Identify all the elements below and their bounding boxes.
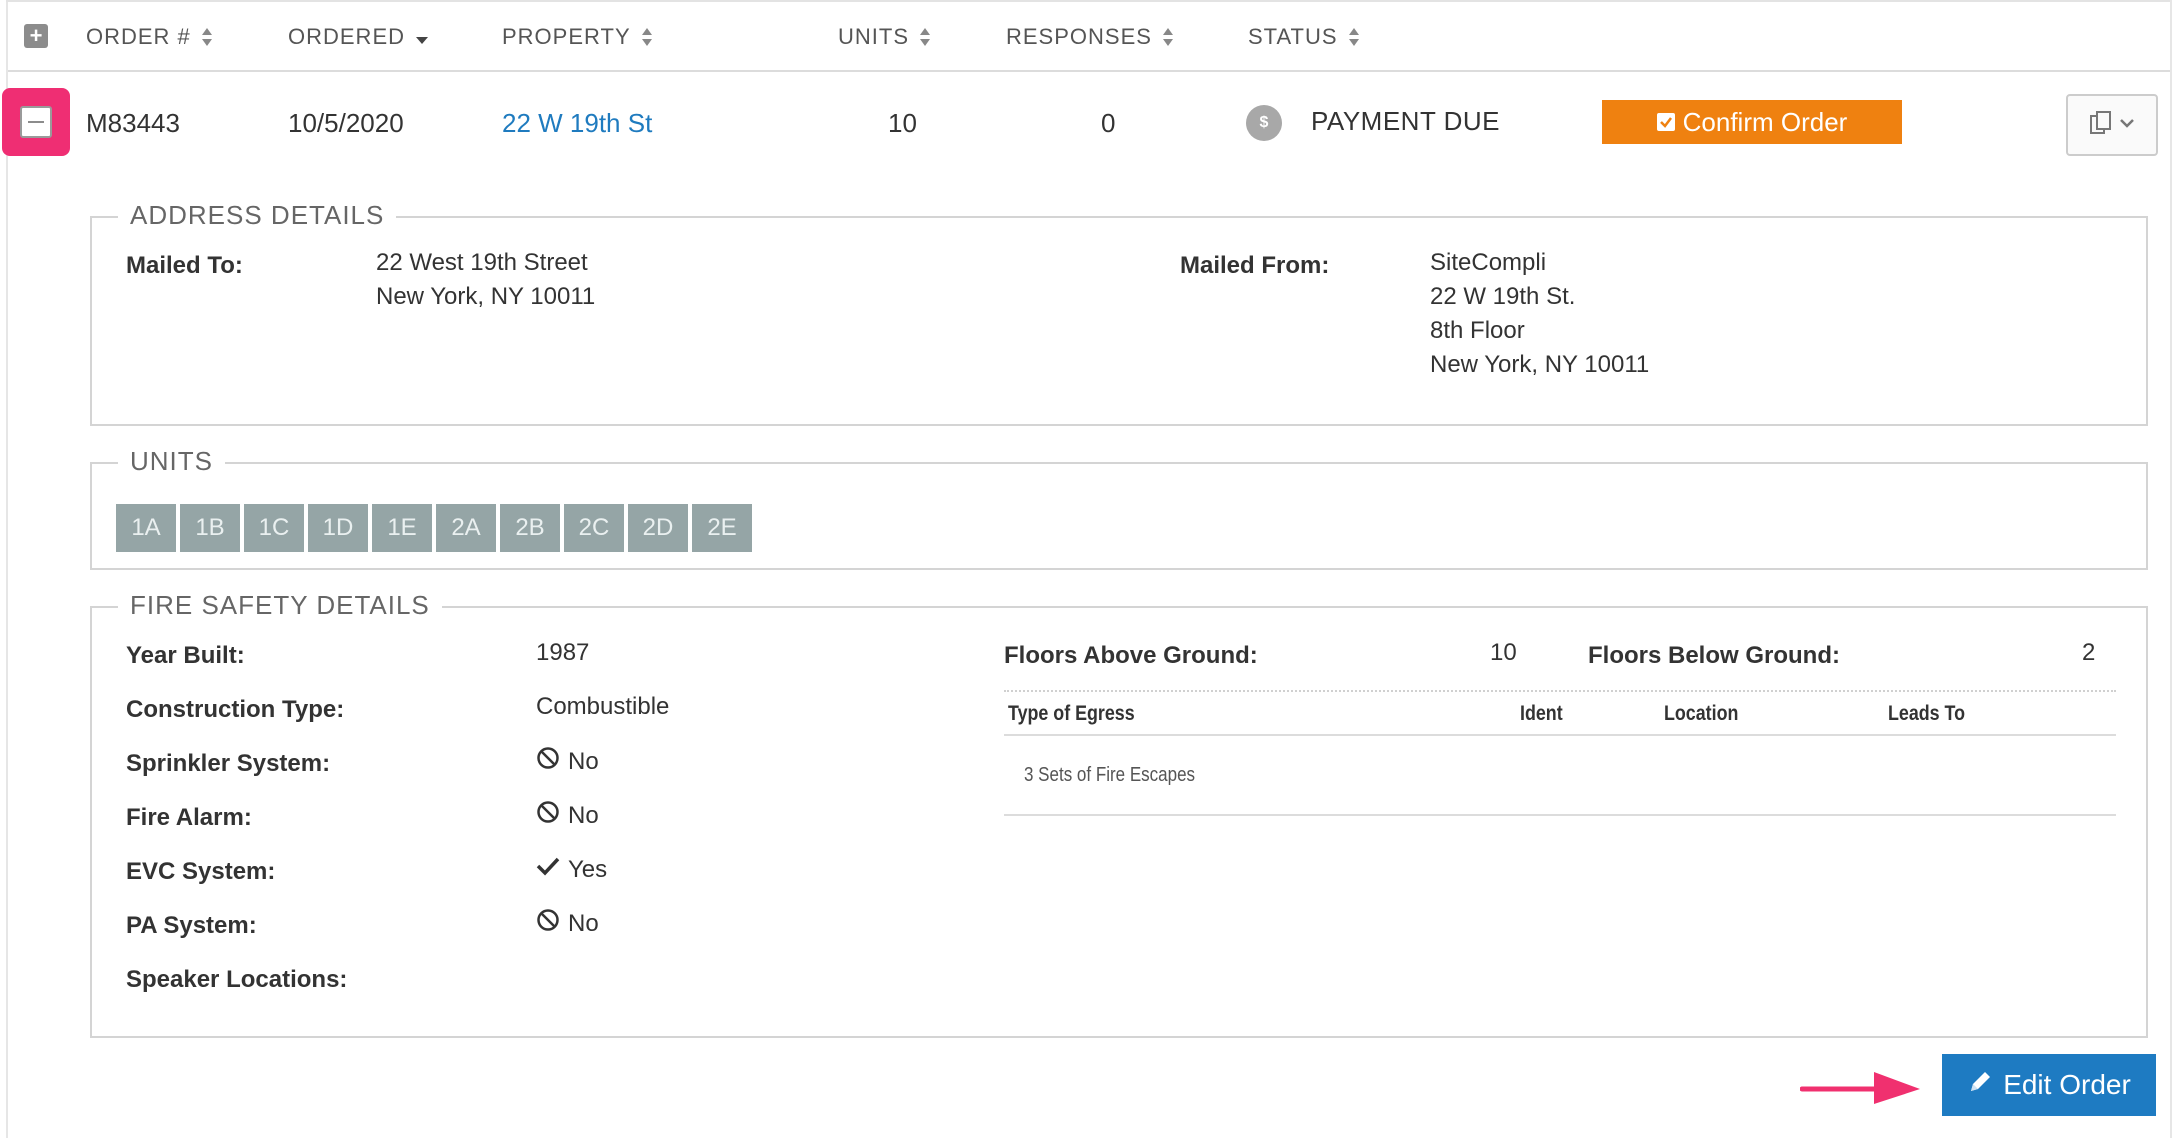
address-line: New York, NY 10011 <box>376 283 596 310</box>
pa-system-value: No <box>536 908 599 939</box>
floors-below-value: 2 <box>2082 639 2096 666</box>
ban-icon <box>536 800 560 831</box>
column-units[interactable]: UNITS <box>838 24 931 50</box>
year-built-label: Year Built: <box>126 642 245 669</box>
unit-chip[interactable]: 2C <box>564 504 624 552</box>
property-link[interactable]: 22 W 19th St <box>502 108 652 139</box>
divider <box>1004 734 2116 736</box>
column-label: ORDER # <box>86 24 191 49</box>
construction-type-value: Combustible <box>536 693 670 720</box>
address-line: SiteCompli <box>1430 249 1547 276</box>
divider <box>1004 690 2116 692</box>
collapse-row-button[interactable] <box>2 88 70 156</box>
address-details-legend: ADDRESS DETAILS <box>118 200 397 231</box>
unit-chip[interactable]: 1A <box>116 504 176 552</box>
mailed-to-label: Mailed To: <box>126 252 243 279</box>
fire-safety-legend: FIRE SAFETY DETAILS <box>118 590 442 621</box>
sort-icon <box>919 27 931 47</box>
year-built-value: 1987 <box>536 639 590 666</box>
sort-icon <box>641 27 653 47</box>
sort-icon <box>1348 27 1360 47</box>
divider <box>1004 814 2116 816</box>
edit-order-button[interactable]: Edit Order <box>1942 1054 2156 1116</box>
unit-chip[interactable]: 2A <box>436 504 496 552</box>
confirm-order-button[interactable]: Confirm Order <box>1602 100 1902 144</box>
unit-chip[interactable]: 1D <box>308 504 368 552</box>
mailed-to-address: 22 West 19th Street New York, NY 10011 <box>376 246 595 314</box>
fire-alarm-label: Fire Alarm: <box>126 804 252 831</box>
column-responses[interactable]: RESPONSES <box>1006 24 1174 50</box>
arrow-right-icon <box>1799 1068 1924 1113</box>
check-icon <box>536 854 560 885</box>
address-details-panel: ADDRESS DETAILS Mailed To: 22 West 19th … <box>90 200 2148 426</box>
column-label: UNITS <box>838 24 909 49</box>
checkbox-icon <box>1656 113 1675 131</box>
table-header: + ORDER # ORDERED PROPERTY UNITS RESPONS… <box>8 2 2170 72</box>
order-number: M83443 <box>86 108 180 138</box>
mailed-from-address: SiteCompli 22 W 19th St. 8th Floor New Y… <box>1430 246 1649 382</box>
speaker-locations-label: Speaker Locations: <box>126 966 348 993</box>
pencil-icon <box>1967 1069 1993 1102</box>
plus-square-icon[interactable]: + <box>24 24 48 48</box>
units-panel: UNITS 1A 1B 1C 1D 1E 2A 2B 2C 2D 2E <box>90 446 2148 570</box>
fire-safety-panel: FIRE SAFETY DETAILS Year Built: 1987 Con… <box>90 590 2148 1038</box>
egress-row-type: 3 Sets of Fire Escapes <box>1024 764 1196 786</box>
sprinkler-value: No <box>536 746 599 777</box>
mailed-from-label: Mailed From: <box>1180 252 1330 279</box>
ban-icon <box>536 746 560 777</box>
pa-system-label: PA System: <box>126 912 257 939</box>
units-count: 10 <box>888 108 917 138</box>
egress-header-leads-to: Leads To <box>1888 702 1966 725</box>
unit-chip[interactable]: 2D <box>628 504 688 552</box>
pa-system-text: No <box>568 909 599 937</box>
edit-order-label: Edit Order <box>2003 1069 2131 1100</box>
address-line: 22 West 19th Street <box>376 249 588 276</box>
unit-chip[interactable]: 1B <box>180 504 240 552</box>
copy-dropdown-button[interactable] <box>2066 94 2158 156</box>
egress-header-location: Location <box>1664 702 1739 725</box>
ban-icon <box>536 908 560 939</box>
fire-alarm-text: No <box>568 801 599 829</box>
column-label: PROPERTY <box>502 24 631 49</box>
unit-chip[interactable]: 1E <box>372 504 432 552</box>
responses-count: 0 <box>1101 108 1116 138</box>
construction-type-label: Construction Type: <box>126 696 345 723</box>
address-line: New York, NY 10011 <box>1430 351 1650 378</box>
unit-chip[interactable]: 2E <box>692 504 752 552</box>
column-property[interactable]: PROPERTY <box>502 24 653 50</box>
status-text: PAYMENT DUE <box>1311 106 1500 136</box>
units-legend: UNITS <box>118 446 225 477</box>
evc-system-value: Yes <box>536 854 607 885</box>
column-status[interactable]: STATUS <box>1248 24 1360 50</box>
address-line: 8th Floor <box>1430 317 1525 344</box>
column-label: ORDERED <box>288 24 406 49</box>
unit-chip[interactable]: 1C <box>244 504 304 552</box>
unit-chip[interactable]: 2B <box>500 504 560 552</box>
floors-below-label: Floors Below Ground: <box>1588 642 1840 669</box>
evc-system-text: Yes <box>568 855 608 883</box>
sprinkler-text: No <box>568 747 599 775</box>
column-ordered[interactable]: ORDERED <box>288 24 429 50</box>
sort-icon <box>1162 27 1174 47</box>
confirm-order-label: Confirm Order <box>1682 106 1848 137</box>
address-line: 22 W 19th St. <box>1430 283 1576 310</box>
egress-header-type: Type of Egress <box>1008 702 1135 725</box>
column-label: RESPONSES <box>1006 24 1152 49</box>
sprinkler-label: Sprinkler System: <box>126 750 331 777</box>
sort-icon <box>201 27 213 47</box>
column-label: STATUS <box>1248 24 1338 49</box>
evc-system-label: EVC System: <box>126 858 276 885</box>
copy-icon <box>2089 110 2113 141</box>
sort-desc-icon <box>415 27 429 47</box>
floors-above-value: 10 <box>1490 639 1517 666</box>
chevron-down-icon <box>2119 116 2135 134</box>
order-date: 10/5/2020 <box>288 108 404 138</box>
minus-square-icon <box>20 106 52 138</box>
fire-alarm-value: No <box>536 800 599 831</box>
floors-above-label: Floors Above Ground: <box>1004 642 1258 669</box>
egress-header-ident: Ident <box>1520 702 1563 725</box>
column-order-number[interactable]: ORDER # <box>86 24 213 50</box>
dollar-icon: $ <box>1246 105 1282 141</box>
